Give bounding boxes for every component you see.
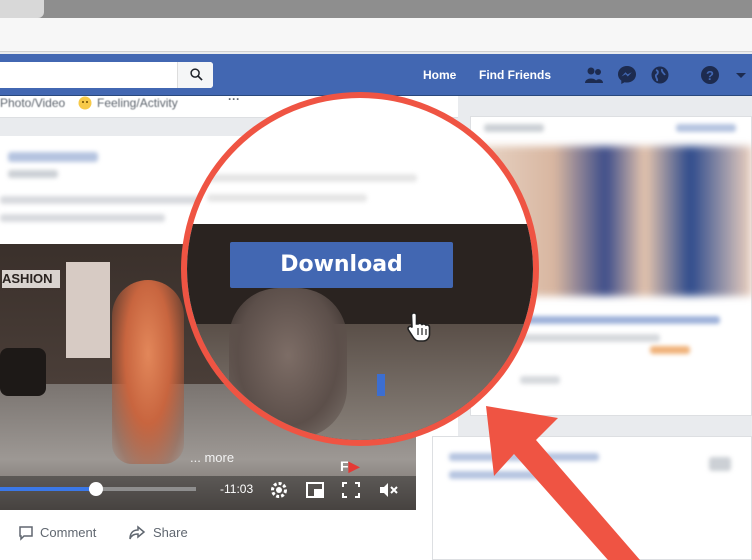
post-timestamp <box>8 170 58 178</box>
video-progress-fill <box>0 487 91 491</box>
help-icon[interactable]: ? <box>700 65 720 85</box>
comment-icon <box>19 526 33 541</box>
post-actions-bar: Comment Share <box>0 518 416 548</box>
sponsored-title[interactable] <box>520 316 720 324</box>
video-logo-mark: ▶ <box>348 458 360 474</box>
chevron-down-icon[interactable] <box>734 65 748 85</box>
messenger-icon[interactable] <box>617 65 637 85</box>
share-button[interactable]: Share <box>153 525 188 540</box>
nav-home-link[interactable]: Home <box>423 68 456 82</box>
video-brand-logo: ASHION <box>2 270 60 288</box>
share-icon <box>129 525 146 540</box>
browser-tab[interactable] <box>0 0 44 18</box>
sponsored-url <box>520 334 660 342</box>
browser-toolbar <box>0 18 752 52</box>
settings-icon[interactable] <box>268 480 290 500</box>
magnifier-circle: Download <box>181 92 539 446</box>
create-ad-link[interactable] <box>676 124 736 132</box>
globe-icon[interactable] <box>650 65 670 85</box>
search-button[interactable] <box>177 62 213 88</box>
comment-button[interactable]: Comment <box>40 525 96 540</box>
lens-blurred-text <box>207 194 367 202</box>
pointer-arrow-icon <box>486 406 640 560</box>
fullscreen-icon[interactable] <box>340 480 362 500</box>
feeling-icon <box>78 96 92 110</box>
video-logo-text: F <box>340 458 349 474</box>
mute-icon[interactable] <box>378 480 400 500</box>
video-model <box>112 280 184 464</box>
screenshot-stage: Home Find Friends ? Photo/Video Feeling/… <box>0 0 752 560</box>
post-author-name[interactable] <box>8 152 98 162</box>
photo-video-button[interactable]: Photo/Video <box>0 96 65 110</box>
lens-stage-light <box>377 374 385 396</box>
facebook-header: Home Find Friends ? <box>0 54 752 96</box>
friends-icon[interactable] <box>584 65 604 85</box>
lens-video-model <box>229 288 347 438</box>
search-icon <box>190 68 203 81</box>
feeling-activity-button[interactable]: Feeling/Activity <box>97 96 178 110</box>
video-progress-handle[interactable] <box>89 482 103 496</box>
svg-text:?: ? <box>706 68 714 83</box>
sponsored-label <box>484 124 544 132</box>
search-input[interactable] <box>0 62 213 88</box>
post-text-line <box>0 214 165 222</box>
hand-cursor-icon <box>407 312 431 342</box>
video-screen-panel <box>66 262 110 358</box>
more-options-button[interactable]: ··· <box>228 92 240 106</box>
video-audience <box>0 348 46 396</box>
nav-find-friends-link[interactable]: Find Friends <box>479 68 551 82</box>
video-channel-logo: F▶ <box>340 458 359 475</box>
sponsored-highlight <box>650 346 690 354</box>
browser-tabstrip <box>0 0 752 18</box>
video-time-remaining: -11:03 <box>220 482 254 496</box>
download-button[interactable]: Download <box>230 242 453 288</box>
picture-in-picture-icon[interactable] <box>304 480 326 500</box>
lens-blurred-text <box>207 174 417 182</box>
video-caption[interactable]: ... more <box>190 450 234 465</box>
